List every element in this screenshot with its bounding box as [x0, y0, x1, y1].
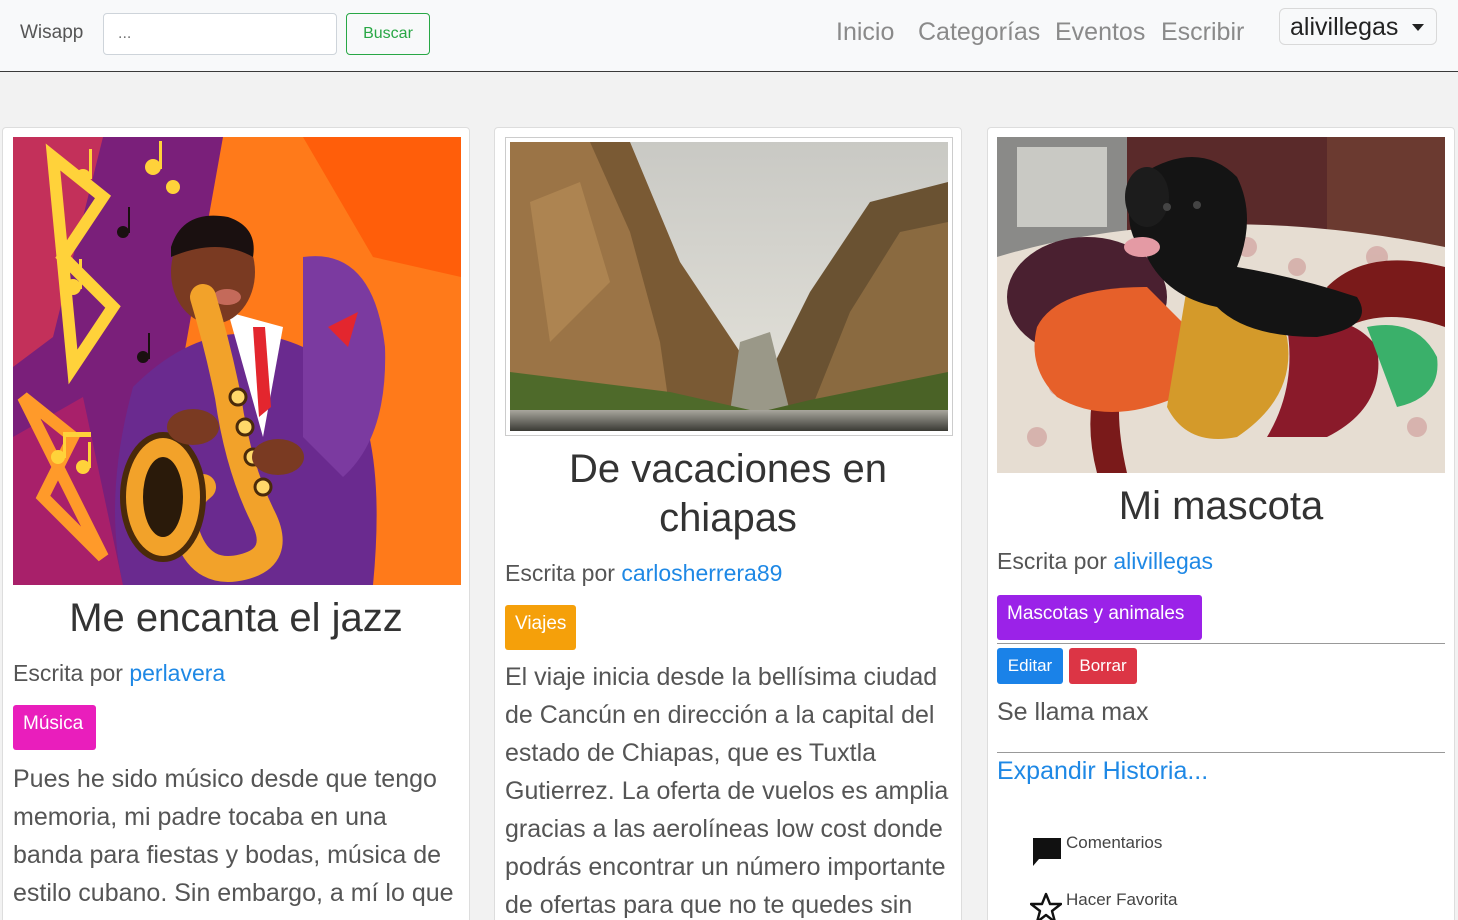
comments-action[interactable]: Comentarios — [1030, 831, 1230, 871]
comment-icon — [1033, 838, 1061, 866]
divider — [997, 643, 1445, 644]
post-excerpt: Se llama max — [997, 698, 1149, 726]
expand-story-link[interactable]: Expandir Historia... — [997, 757, 1208, 786]
favorite-action[interactable]: Hacer Favorita — [1030, 888, 1230, 920]
nav-link-inicio[interactable]: Inicio — [836, 18, 894, 47]
nav-link-escribir[interactable]: Escribir — [1161, 18, 1244, 47]
delete-button[interactable]: Borrar — [1069, 648, 1137, 684]
author-link[interactable]: carlosherrera89 — [621, 560, 782, 586]
post-card-chiapas: De vacaciones en chiapas Escrita por car… — [494, 127, 962, 920]
author-prefix: Escrita por — [13, 660, 123, 686]
category-badge[interactable]: Mascotas y animales — [997, 595, 1202, 640]
search-input[interactable] — [103, 13, 337, 55]
post-title[interactable]: Mi mascota — [988, 482, 1454, 531]
edit-button[interactable]: Editar — [997, 648, 1063, 684]
post-title[interactable]: De vacaciones en chiapas — [495, 445, 961, 543]
author-prefix: Escrita por — [997, 548, 1107, 574]
author-link[interactable]: alivillegas — [1113, 548, 1213, 574]
category-badge[interactable]: Viajes — [505, 605, 576, 650]
divider — [997, 752, 1445, 753]
nav-link-eventos[interactable]: Eventos — [1055, 18, 1145, 47]
caret-down-icon — [1412, 24, 1424, 31]
post-author: Escrita por alivillegas — [997, 548, 1213, 575]
user-dropdown[interactable]: alivillegas — [1279, 8, 1437, 45]
star-outline-icon — [1030, 892, 1062, 920]
canyon-landscape-photo — [510, 142, 948, 431]
search-button[interactable]: Buscar — [346, 13, 430, 55]
post-excerpt: Pues he sido músico desde que tengo memo… — [13, 765, 454, 907]
top-navbar: Wisapp Buscar Inicio Categorías Eventos … — [0, 0, 1458, 72]
post-image-mascota[interactable] — [997, 137, 1445, 473]
post-card-jazz: Me encanta el jazz Escrita por perlavera… — [2, 127, 470, 920]
category-badge[interactable]: Música — [13, 705, 96, 750]
post-title[interactable]: Me encanta el jazz — [3, 594, 469, 643]
user-name: alivillegas — [1290, 13, 1399, 41]
post-author: Escrita por perlavera — [13, 660, 225, 687]
comments-label: Comentarios — [1066, 833, 1163, 852]
saxophone-player-illustration — [13, 137, 461, 585]
dog-on-sofa-photo — [997, 137, 1445, 473]
author-link[interactable]: perlavera — [129, 660, 225, 686]
brand-logo[interactable]: Wisapp — [20, 22, 83, 44]
post-excerpt: El viaje inicia desde la bellísima ciuda… — [505, 663, 949, 919]
nav-link-categorias[interactable]: Categorías — [918, 18, 1040, 47]
author-prefix: Escrita por — [505, 560, 615, 586]
favorite-label: Hacer Favorita — [1066, 890, 1178, 909]
post-card-mascota: Mi mascota Escrita por alivillegas Masco… — [987, 127, 1455, 920]
post-image-chiapas[interactable] — [505, 137, 953, 436]
post-author: Escrita por carlosherrera89 — [505, 560, 782, 587]
post-image-jazz[interactable] — [13, 137, 461, 585]
